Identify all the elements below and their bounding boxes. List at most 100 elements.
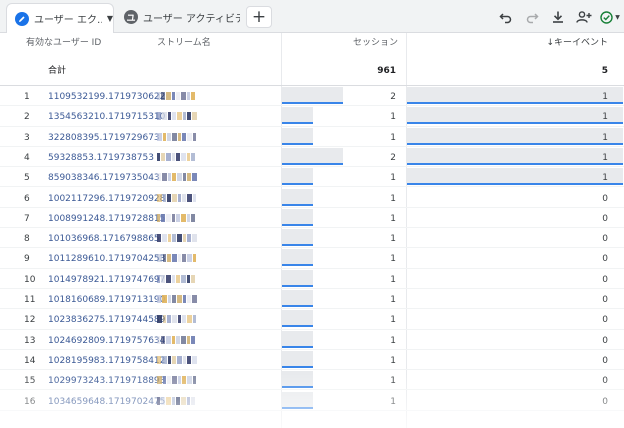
- sessions-value: 1: [390, 213, 396, 224]
- table-row[interactable]: 7 1008991248.1719728815 1 0: [0, 208, 624, 229]
- key-events-value: 0: [602, 396, 608, 407]
- sessions-bar: [282, 147, 343, 165]
- table-row[interactable]: 8 101036968.1716798865 1 0: [0, 228, 624, 249]
- key-events-value: 0: [602, 213, 608, 224]
- redacted-stream-name: [157, 112, 205, 121]
- tab-bar: ユーザー エク… ▼ ユ ユーザー アクティビティ 1 + ▼: [0, 0, 624, 33]
- redacted-stream-name: [157, 376, 205, 385]
- user-id-link[interactable]: 1008991248.1719728815: [48, 214, 165, 224]
- user-id-link[interactable]: 1002117296.1719720928: [48, 194, 165, 204]
- add-tab-button[interactable]: +: [246, 6, 272, 28]
- sessions-value: 1: [390, 315, 396, 326]
- table-row[interactable]: 15 1029973243.1719718893 1 0: [0, 370, 624, 391]
- pencil-icon: [15, 11, 29, 26]
- redacted-stream-name: [157, 355, 205, 365]
- row-index: 11: [24, 295, 36, 305]
- table-row[interactable]: 13 1024692809.1719757634 1 0: [0, 330, 624, 350]
- sessions-value: 2: [390, 152, 396, 163]
- user-id-link[interactable]: 1354563210.1719715310: [48, 112, 165, 122]
- tab-user-explorer[interactable]: ユーザー エク… ▼: [6, 3, 114, 33]
- user-id-link[interactable]: 322808395.1719729673: [48, 133, 160, 143]
- header-key-events[interactable]: ↓キーイベント: [546, 35, 608, 48]
- user-id-link[interactable]: 1034659648.1719702475: [48, 397, 165, 407]
- key-events-bar: [407, 107, 623, 125]
- user-id-link[interactable]: 59328853.1719738753: [48, 153, 154, 163]
- row-index: 1: [24, 92, 30, 102]
- table-row[interactable]: 6 1002117296.1719720928 1 0: [0, 188, 624, 208]
- redacted-stream-name: [157, 254, 205, 263]
- key-events-value: 0: [602, 234, 608, 245]
- header-sessions[interactable]: セッション: [353, 35, 398, 48]
- redacted-stream-name: [157, 234, 205, 243]
- key-events-bar: [407, 147, 623, 165]
- user-id-link[interactable]: 1029973243.1719718893: [48, 376, 165, 386]
- chevron-down-icon: ▼: [615, 13, 620, 21]
- user-id-link[interactable]: 1024692809.1719757634: [48, 336, 165, 346]
- key-events-value: 0: [602, 295, 608, 305]
- row-index: 2: [24, 112, 30, 123]
- sessions-value: 1: [390, 234, 396, 245]
- row-index: 4: [24, 152, 30, 163]
- header-stream-name[interactable]: ストリーム名: [157, 35, 211, 48]
- chevron-down-icon[interactable]: ▼: [107, 14, 113, 23]
- table-row[interactable]: 16 1034659648.1719702475 1 0: [0, 391, 624, 411]
- row-index: 10: [24, 274, 36, 285]
- tab-user-activity[interactable]: ユ ユーザー アクティビティ 1: [116, 3, 240, 31]
- sessions-bar: [282, 371, 313, 389]
- row-index: 8: [24, 234, 30, 245]
- sessions-bar: [282, 188, 313, 206]
- redo-icon[interactable]: [522, 7, 542, 27]
- key-events-value: 1: [602, 112, 608, 123]
- totals-key-events: 5: [601, 66, 608, 76]
- status-button[interactable]: ▼: [600, 7, 620, 27]
- table-row[interactable]: 1 1109532199.1719730622 2 1: [0, 86, 624, 107]
- table-row[interactable]: 12 1023836275.1719744589 1 0: [0, 309, 624, 330]
- toolbar: ▼: [496, 6, 620, 28]
- undo-icon[interactable]: [496, 7, 516, 27]
- table-header: 有効なユーザー ID ストリーム名 セッション ↓キーイベント: [0, 33, 624, 49]
- redacted-stream-name: [157, 173, 205, 182]
- row-index: 15: [24, 376, 36, 387]
- totals-label: 合計: [48, 66, 67, 76]
- user-id-link[interactable]: 1018160689.1719713190: [48, 295, 165, 305]
- table-row[interactable]: 10 1014978921.1719747697 1 0: [0, 269, 624, 289]
- table-row[interactable]: 5 859038346.1719735043 1 1: [0, 167, 624, 188]
- row-index: 12: [24, 315, 36, 326]
- key-events-value: 0: [602, 335, 608, 346]
- key-events-value: 0: [602, 315, 608, 326]
- user-id-link[interactable]: 1109532199.1719730622: [48, 92, 165, 102]
- table-row[interactable]: 11 1018160689.1719713190 1 0: [0, 289, 624, 310]
- row-index: 5: [24, 173, 30, 184]
- user-id-link[interactable]: 101036968.1716798865: [48, 234, 160, 244]
- sessions-value: 1: [390, 173, 396, 184]
- check-circle-icon: [600, 10, 613, 24]
- user-id-link[interactable]: 1023836275.1719744589: [48, 315, 165, 325]
- user-id-link[interactable]: 1028195983.1719758412: [48, 356, 165, 366]
- key-events-value: 0: [602, 254, 608, 265]
- user-id-link[interactable]: 1014978921.1719747697: [48, 275, 165, 285]
- redacted-stream-name: [157, 92, 205, 101]
- download-icon[interactable]: [548, 7, 568, 27]
- sessions-bar: [282, 310, 313, 328]
- sessions-bar: [282, 229, 313, 247]
- header-user-id[interactable]: 有効なユーザー ID: [26, 35, 101, 48]
- key-events-value: 1: [602, 152, 608, 163]
- table-row[interactable]: 2 1354563210.1719715310 1 1: [0, 106, 624, 127]
- sessions-bar: [282, 391, 313, 409]
- sessions-value: 1: [390, 295, 396, 305]
- table-row[interactable]: 9 1011289610.1719704253 1 0: [0, 248, 624, 269]
- add-person-icon[interactable]: [574, 7, 594, 27]
- key-events-bar: [407, 87, 623, 104]
- table-row[interactable]: 4 59328853.1719738753 2 1: [0, 147, 624, 168]
- user-id-link[interactable]: 1011289610.1719704253: [48, 254, 165, 264]
- key-events-bar: [407, 168, 623, 186]
- table-row[interactable]: 14 1028195983.1719758412 1 0: [0, 350, 624, 371]
- sessions-bar: [282, 249, 313, 267]
- redacted-stream-name: [157, 213, 205, 223]
- row-index: 7: [24, 213, 30, 224]
- key-events-value: 0: [602, 274, 608, 285]
- data-table: 有効なユーザー ID ストリーム名 セッション ↓キーイベント 合計 961 5…: [0, 33, 624, 428]
- user-id-link[interactable]: 859038346.1719735043: [48, 173, 160, 183]
- sessions-value: 1: [390, 274, 396, 285]
- table-row[interactable]: 3 322808395.1719729673 1 1: [0, 127, 624, 147]
